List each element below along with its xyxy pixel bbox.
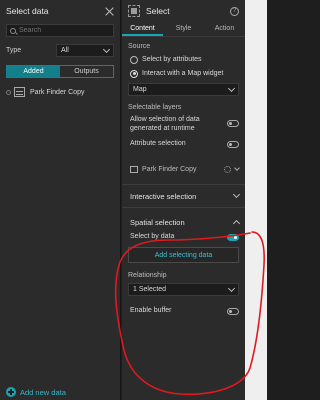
panel-title: Select data	[6, 6, 49, 16]
map-icon	[130, 165, 138, 173]
chevron-down-icon	[232, 190, 241, 199]
panel-title: Select	[146, 6, 170, 16]
source-label: Source	[128, 43, 151, 50]
radio-select-by-attributes[interactable]: Select by attributes	[122, 50, 245, 64]
canvas-strip	[245, 0, 267, 400]
relationship-label: Relationship	[128, 272, 167, 279]
settings-header: Select ?	[122, 0, 245, 22]
allow-runtime-label: Allow selection of data generated at run…	[130, 116, 200, 132]
map-widget-select[interactable]: Map	[128, 83, 239, 96]
settings-tabs: Content Style Action	[122, 22, 245, 37]
help-icon[interactable]: ?	[230, 6, 239, 16]
relationship-value: 1 Selected	[133, 286, 167, 293]
tab-style[interactable]: Style	[163, 22, 204, 36]
tab-added[interactable]: Added	[7, 66, 60, 77]
chevron-down-icon	[227, 284, 236, 292]
data-source-label: Park Finder Copy	[30, 88, 85, 96]
plus-icon	[6, 387, 16, 397]
allow-runtime-toggle[interactable]	[227, 120, 239, 127]
radio-icon[interactable]	[130, 69, 138, 78]
select-by-data-row: Select by data	[122, 230, 245, 241]
allow-runtime-row: Allow selection of data generated at run…	[122, 111, 245, 133]
radio-label: Select by attributes	[142, 56, 202, 63]
select-widget-icon	[128, 5, 140, 17]
section-title: Interactive selection	[130, 191, 197, 201]
add-selecting-data-button[interactable]: Add selecting data	[128, 247, 239, 263]
selectable-layers-label: Selectable layers	[128, 104, 182, 111]
spatial-selection-header[interactable]: Spatial selection	[122, 214, 245, 230]
attribute-selection-label: Attribute selection	[130, 140, 186, 147]
divider	[122, 207, 245, 208]
enable-buffer-toggle[interactable]	[227, 308, 239, 315]
chevron-down-icon	[102, 45, 111, 53]
select-settings-panel: Select ? Content Style Action Source Sel…	[122, 0, 245, 400]
select-data-header: Select data	[0, 0, 120, 22]
enable-buffer-row: Enable buffer	[122, 296, 245, 315]
add-new-data-button[interactable]: Add new data	[6, 387, 66, 397]
section-title: Spatial selection	[130, 217, 185, 227]
close-icon[interactable]	[105, 7, 114, 16]
select-by-data-label: Select by data	[130, 233, 175, 240]
type-select[interactable]: All	[56, 44, 114, 57]
type-filter-row: Type All	[6, 44, 114, 57]
data-tabs: Added Outputs	[6, 65, 114, 78]
search-icon	[10, 27, 16, 34]
attribute-selection-row: Attribute selection	[122, 133, 245, 148]
search-input[interactable]	[19, 27, 99, 34]
chevron-up-icon	[232, 219, 241, 228]
list-item[interactable]: Park Finder Copy	[6, 86, 114, 98]
search-box[interactable]	[6, 24, 114, 37]
radio-label: Interact with a Map widget	[142, 70, 224, 77]
gear-icon[interactable]	[224, 165, 231, 173]
type-label: Type	[6, 47, 22, 54]
radio-interact-map[interactable]: Interact with a Map widget	[122, 64, 245, 78]
table-icon	[14, 87, 25, 97]
type-select-value: All	[61, 47, 69, 54]
add-new-data-label: Add new data	[20, 387, 66, 397]
enable-buffer-label: Enable buffer	[130, 307, 172, 314]
radio-icon[interactable]	[130, 55, 138, 64]
chevron-down-icon	[227, 84, 236, 92]
expand-icon[interactable]	[6, 89, 11, 95]
layer-row[interactable]: Park Finder Copy	[122, 162, 245, 176]
select-by-data-toggle[interactable]	[227, 234, 239, 241]
layer-name: Park Finder Copy	[142, 165, 197, 173]
chevron-down-icon[interactable]	[234, 165, 240, 171]
tab-action[interactable]: Action	[204, 22, 245, 36]
interactive-selection-header[interactable]: Interactive selection	[122, 185, 245, 207]
relationship-select[interactable]: 1 Selected	[128, 283, 239, 296]
attribute-selection-toggle[interactable]	[227, 141, 239, 148]
tab-outputs[interactable]: Outputs	[60, 66, 113, 77]
tab-content[interactable]: Content	[122, 22, 163, 36]
select-data-panel: Select data Type All Added Outputs Park …	[0, 0, 121, 400]
map-select-value: Map	[133, 86, 147, 93]
